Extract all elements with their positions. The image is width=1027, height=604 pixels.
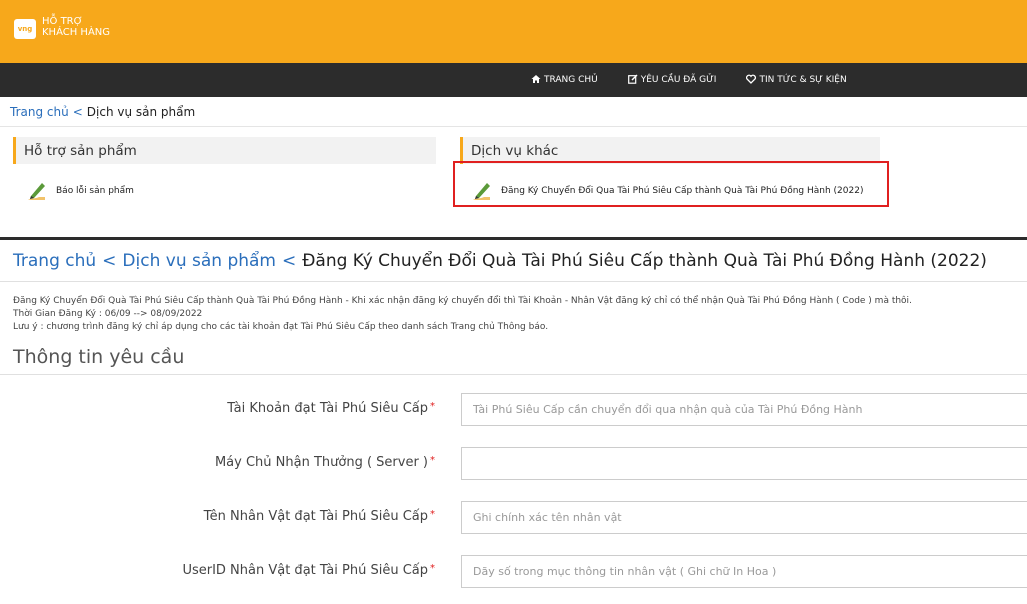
edit-icon	[627, 73, 638, 87]
service-item-report-bug[interactable]: Báo lỗi sản phẩm	[25, 179, 134, 203]
pen-writing-icon	[28, 183, 45, 200]
service-panels: Hỗ trợ sản phẩm Báo lỗi sản phẩm Dịch vụ…	[0, 127, 1027, 237]
field-label: Tên Nhân Vật đạt Tài Phú Siêu Cấp *	[203, 509, 435, 524]
page-breadcrumb: Trang chủ < Dịch vụ sản phẩm < Đăng Ký C…	[0, 240, 1027, 282]
logo-badge: vng	[14, 19, 36, 39]
nav-requests[interactable]: YÊU CẦU ĐÃ GỬI	[627, 73, 717, 87]
panel-title-product-support: Hỗ trợ sản phẩm	[13, 137, 436, 164]
page-breadcrumb-separator: <	[102, 250, 117, 271]
heart-icon	[746, 74, 757, 87]
page-breadcrumb-services[interactable]: Dịch vụ sản phẩm	[122, 251, 276, 271]
page-title: Đăng Ký Chuyển Đổi Quà Tài Phú Siêu Cấp …	[302, 250, 987, 271]
nav-home[interactable]: TRANG CHỦ	[531, 74, 598, 87]
logo-text: HỖ TRỢ KHÁCH HÀNG	[42, 16, 110, 38]
panel-title-other-services: Dịch vụ khác	[460, 137, 880, 164]
form-section-title: Thông tin yêu cầu	[0, 346, 1027, 375]
field-label: Tài Khoản đạt Tài Phú Siêu Cấp *	[227, 401, 435, 416]
main-nav: TRANG CHỦ YÊU CẦU ĐÃ GỬI TIN TỨC & SỰ KI…	[0, 63, 1027, 97]
form-row-server: Máy Chủ Nhận Thưởng ( Server ) *	[0, 447, 1027, 480]
breadcrumb-separator: <	[72, 104, 83, 119]
service-item-label: Báo lỗi sản phẩm	[56, 186, 134, 196]
nav-news-label: TIN TỨC & SỰ KIỆN	[759, 75, 847, 85]
form-row-userid: UserID Nhân Vật đạt Tài Phú Siêu Cấp *	[0, 555, 1027, 588]
notes: Đăng Ký Chuyển Đổi Quà Tài Phú Siêu Cấp …	[0, 282, 1027, 334]
page-breadcrumb-home[interactable]: Trang chủ	[13, 251, 96, 271]
field-label: Máy Chủ Nhận Thưởng ( Server ) *	[214, 455, 435, 470]
top-header: vng HỖ TRỢ KHÁCH HÀNG	[0, 0, 1027, 63]
character-name-input[interactable]	[461, 501, 1027, 534]
field-label: UserID Nhân Vật đạt Tài Phú Siêu Cấp *	[182, 563, 435, 578]
userid-input[interactable]	[461, 555, 1027, 588]
note-line: Lưu ý : chương trình đăng ký chỉ áp dụng…	[13, 322, 549, 332]
home-icon	[531, 74, 541, 87]
form-row-character-name: Tên Nhân Vật đạt Tài Phú Siêu Cấp *	[0, 501, 1027, 534]
account-input[interactable]	[461, 393, 1027, 426]
logo-line2: KHÁCH HÀNG	[42, 27, 111, 38]
server-input[interactable]	[461, 447, 1027, 480]
breadcrumb: Trang chủ < Dịch vụ sản phẩm	[0, 97, 1027, 127]
nav-news[interactable]: TIN TỨC & SỰ KIỆN	[746, 74, 847, 87]
logo[interactable]: vng HỖ TRỢ KHÁCH HÀNG	[14, 15, 110, 39]
logo-line1: HỖ TRỢ	[42, 16, 83, 27]
page-breadcrumb-separator: <	[282, 250, 297, 271]
nav-home-label: TRANG CHỦ	[544, 75, 598, 85]
note-line: Đăng Ký Chuyển Đổi Quà Tài Phú Siêu Cấp …	[13, 296, 912, 306]
breadcrumb-current: Dịch vụ sản phẩm	[86, 104, 196, 119]
form-row-account: Tài Khoản đạt Tài Phú Siêu Cấp *	[0, 393, 1027, 426]
note-line: Thời Gian Đăng Ký : 06/09 --> 08/09/2022	[13, 309, 203, 319]
nav-requests-label: YÊU CẦU ĐÃ GỬI	[640, 75, 717, 85]
request-form: Tài Khoản đạt Tài Phú Siêu Cấp* Máy Chủ …	[0, 375, 1027, 604]
breadcrumb-home[interactable]: Trang chủ	[10, 105, 69, 119]
highlight-box	[453, 161, 889, 207]
